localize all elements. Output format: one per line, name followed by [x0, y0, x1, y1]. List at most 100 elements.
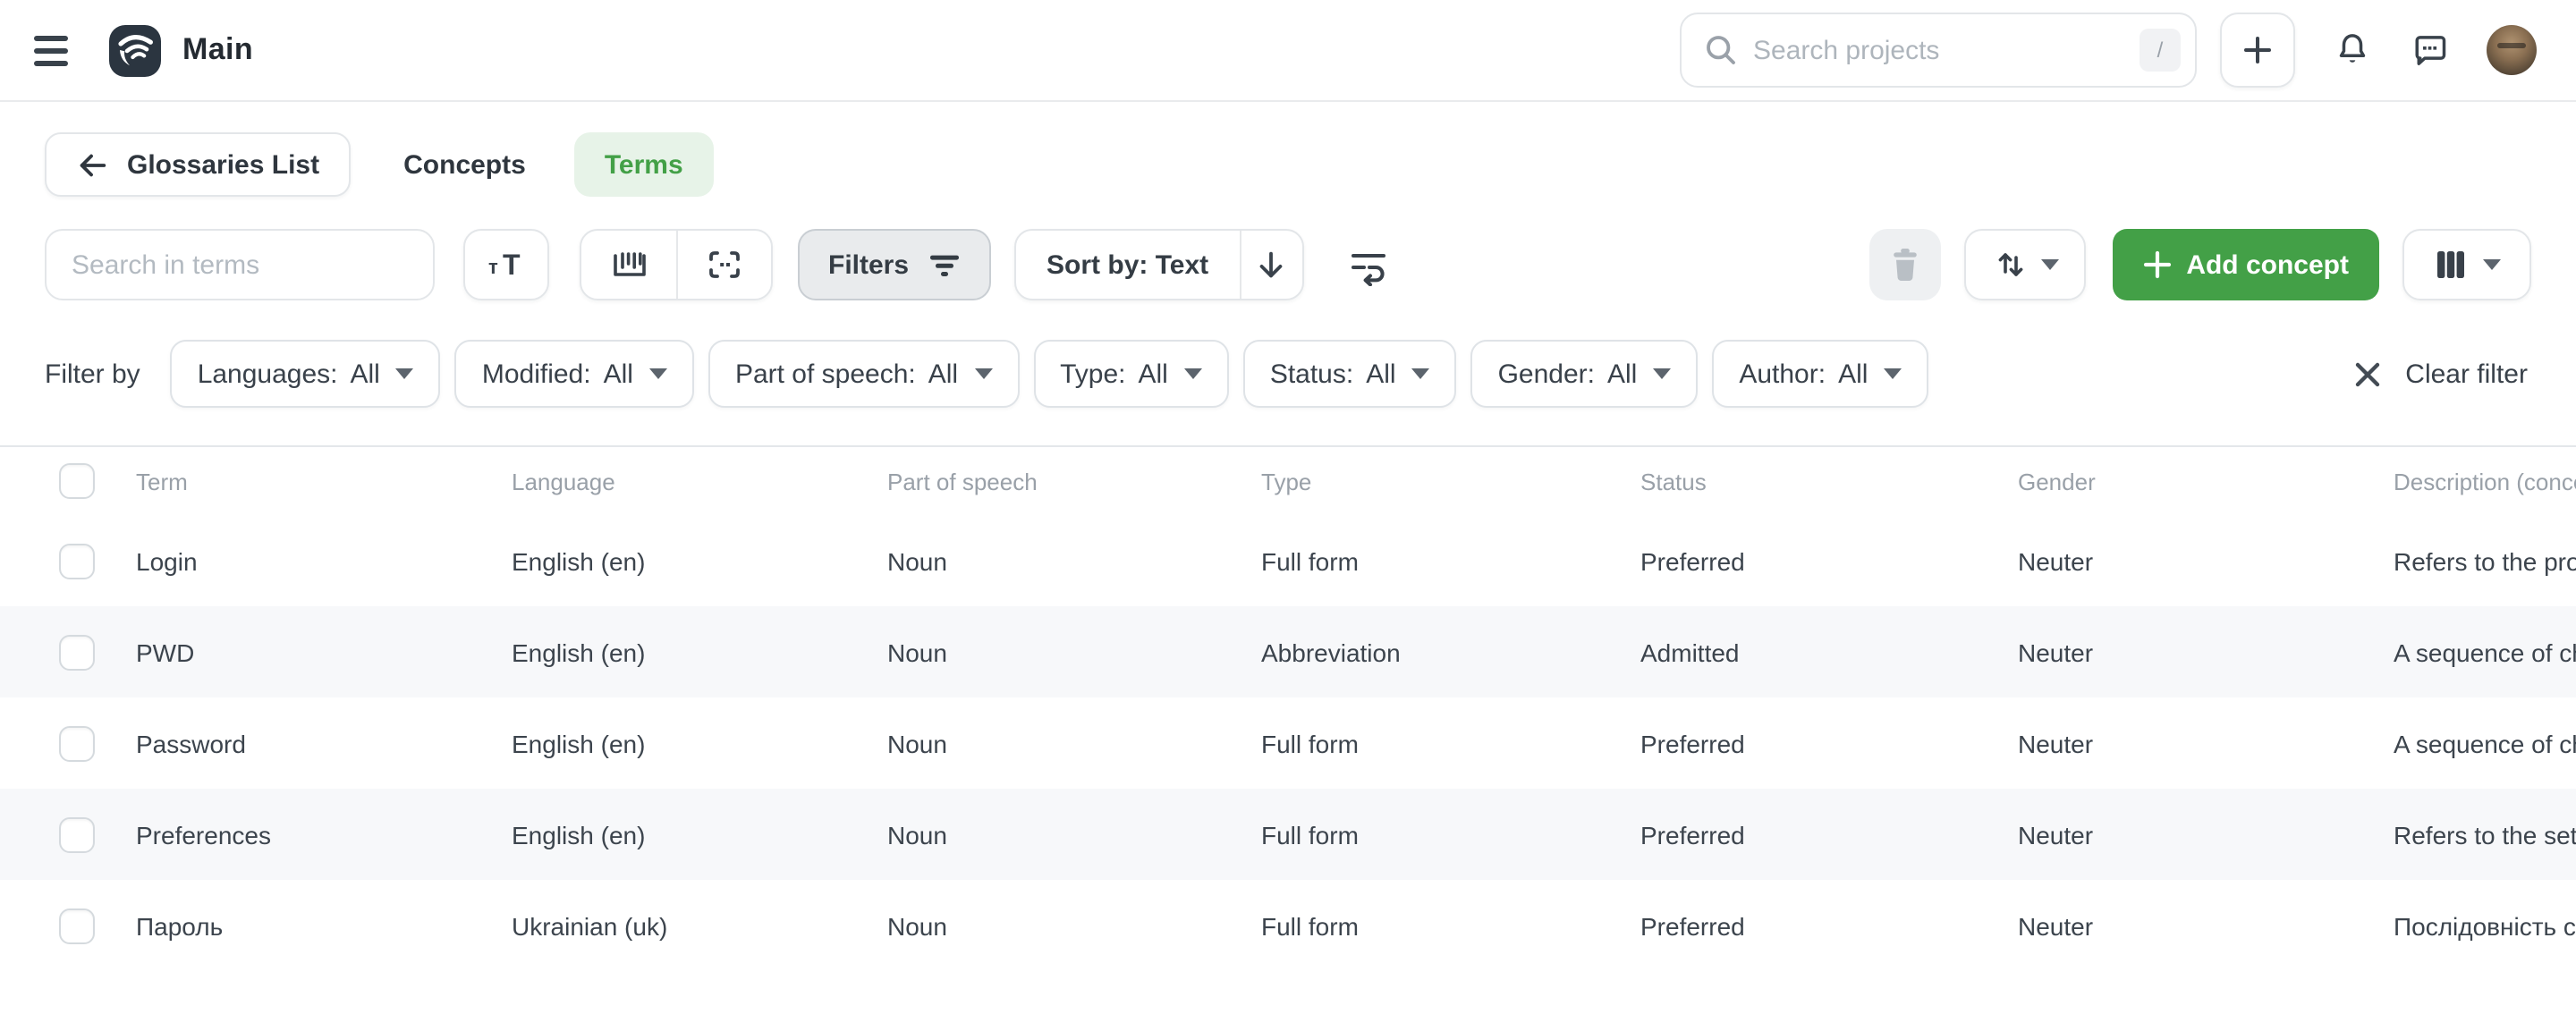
sort-direction-button[interactable] [1239, 231, 1301, 299]
notifications-button[interactable] [2333, 30, 2372, 70]
up-down-arrows-icon [1992, 247, 2028, 283]
trash-icon [1887, 245, 1923, 284]
whole-word-button[interactable] [581, 231, 676, 299]
column-header-term: Term [136, 468, 512, 494]
wrap-lines-icon [1346, 243, 1389, 286]
delete-button-disabled[interactable] [1869, 229, 1941, 300]
filter-chip-languages[interactable]: Languages:All [171, 340, 441, 408]
messages-button[interactable] [2410, 30, 2449, 70]
row-checkbox[interactable] [59, 634, 95, 670]
column-header-description: Description (concept) [2394, 468, 2576, 494]
chip-value: All [1607, 359, 1637, 389]
create-button[interactable] [2220, 13, 2295, 88]
chip-label: Part of speech: [735, 359, 916, 389]
filters-button[interactable]: Filters [798, 229, 991, 300]
type-cell: Full form [1261, 546, 1640, 575]
chevron-down-icon [974, 368, 992, 379]
chevron-down-icon [649, 368, 667, 379]
select-all-checkbox[interactable] [59, 463, 95, 499]
language-cell: English (en) [512, 546, 887, 575]
row-checkbox[interactable] [59, 543, 95, 579]
filter-chip-author[interactable]: Author:All [1712, 340, 1928, 408]
filter-bar: Filter by Languages:All Modified:All Par… [0, 340, 2576, 408]
chevron-down-icon [1412, 368, 1430, 379]
columns-icon [2433, 247, 2469, 283]
chip-value: All [928, 359, 958, 389]
exact-match-button[interactable] [676, 231, 771, 299]
term-cell: Preferences [136, 820, 512, 849]
language-cell: English (en) [512, 820, 887, 849]
tab-concepts[interactable]: Concepts [403, 149, 526, 180]
status-cell: Preferred [1640, 911, 2018, 940]
table-row[interactable]: Login English (en) Noun Full form Prefer… [0, 515, 2576, 606]
match-case-button[interactable]: т T [463, 229, 549, 300]
gender-cell: Neuter [2018, 911, 2394, 940]
chevron-down-icon [1184, 368, 1202, 379]
columns-dropdown[interactable] [2402, 229, 2531, 300]
description-cell: Refers to the settings chosen by a user [2394, 820, 2576, 849]
chip-label: Type: [1060, 359, 1125, 389]
filter-chip-modified[interactable]: Modified:All [455, 340, 694, 408]
search-terms-input[interactable] [45, 229, 435, 300]
import-export-dropdown[interactable] [1964, 229, 2086, 300]
add-concept-label: Add concept [2186, 249, 2349, 280]
filter-chip-part-of-speech[interactable]: Part of speech: All [708, 340, 1019, 408]
chip-label: Gender: [1498, 359, 1595, 389]
glossary-nav: Glossaries List Concepts Terms [0, 132, 2576, 197]
sort-control: Sort by: Text [1014, 229, 1303, 300]
wrap-lines-button[interactable] [1341, 229, 1394, 300]
glossaries-list-back-button[interactable]: Glossaries List [45, 132, 350, 197]
slash-shortcut-badge: / [2140, 29, 2181, 72]
bell-icon [2333, 30, 2372, 70]
chat-bubble-icon [2410, 30, 2449, 70]
filter-by-label: Filter by [45, 359, 140, 389]
arrow-down-icon [1254, 248, 1288, 282]
chevron-down-icon [1884, 368, 1902, 379]
row-checkbox[interactable] [59, 816, 95, 852]
match-case-icon: т T [485, 245, 528, 284]
type-cell: Abbreviation [1261, 638, 1640, 666]
top-bar-actions: / [1680, 13, 2537, 88]
search-projects-input[interactable] [1680, 13, 2197, 88]
page-title: Main [182, 32, 253, 68]
chip-value: All [1838, 359, 1868, 389]
table-row[interactable]: PWD English (en) Noun Abbreviation Admit… [0, 606, 2576, 697]
svg-text:T: T [503, 249, 521, 281]
hamburger-menu-icon[interactable] [34, 27, 80, 73]
language-cell: English (en) [512, 638, 887, 666]
chip-value: All [1138, 359, 1167, 389]
row-checkbox[interactable] [59, 908, 95, 943]
term-cell: Password [136, 729, 512, 757]
type-cell: Full form [1261, 729, 1640, 757]
add-concept-button[interactable]: Add concept [2113, 229, 2379, 300]
plus-icon [2143, 250, 2172, 279]
user-avatar[interactable] [2487, 25, 2537, 75]
table-row[interactable]: Preferences English (en) Noun Full form … [0, 789, 2576, 880]
row-checkbox[interactable] [59, 725, 95, 761]
chip-label: Languages: [198, 359, 338, 389]
term-cell: Пароль [136, 911, 512, 940]
search-mode-button-group [580, 229, 773, 300]
clear-filter-button[interactable]: Clear filter [2351, 359, 2528, 389]
sort-by-button[interactable]: Sort by: Text [1016, 231, 1239, 299]
status-cell: Preferred [1640, 820, 2018, 849]
filter-chip-status[interactable]: Status:All [1243, 340, 1457, 408]
term-cell: Login [136, 546, 512, 575]
close-icon [2351, 359, 2382, 389]
filter-chip-gender[interactable]: Gender: All [1471, 340, 1699, 408]
filter-chip-type[interactable]: Type: All [1033, 340, 1229, 408]
filters-button-label: Filters [828, 249, 909, 280]
description-cell: Послідовність символів для автентифікаці… [2394, 911, 2576, 940]
svg-text:т: т [488, 256, 498, 278]
column-header-language: Language [512, 468, 887, 494]
tab-terms[interactable]: Terms [574, 132, 714, 197]
search-projects-field: / [1680, 13, 2197, 88]
chevron-down-icon [2040, 259, 2058, 270]
crowdin-logo[interactable] [109, 24, 161, 76]
language-cell: English (en) [512, 729, 887, 757]
table-row[interactable]: Password English (en) Noun Full form Pre… [0, 697, 2576, 789]
gender-cell: Neuter [2018, 546, 2394, 575]
table-row[interactable]: Пароль Ukrainian (uk) Noun Full form Pre… [0, 880, 2576, 971]
chevron-down-icon [1653, 368, 1671, 379]
terms-table: Term Language Part of speech Type Status… [0, 445, 2576, 971]
